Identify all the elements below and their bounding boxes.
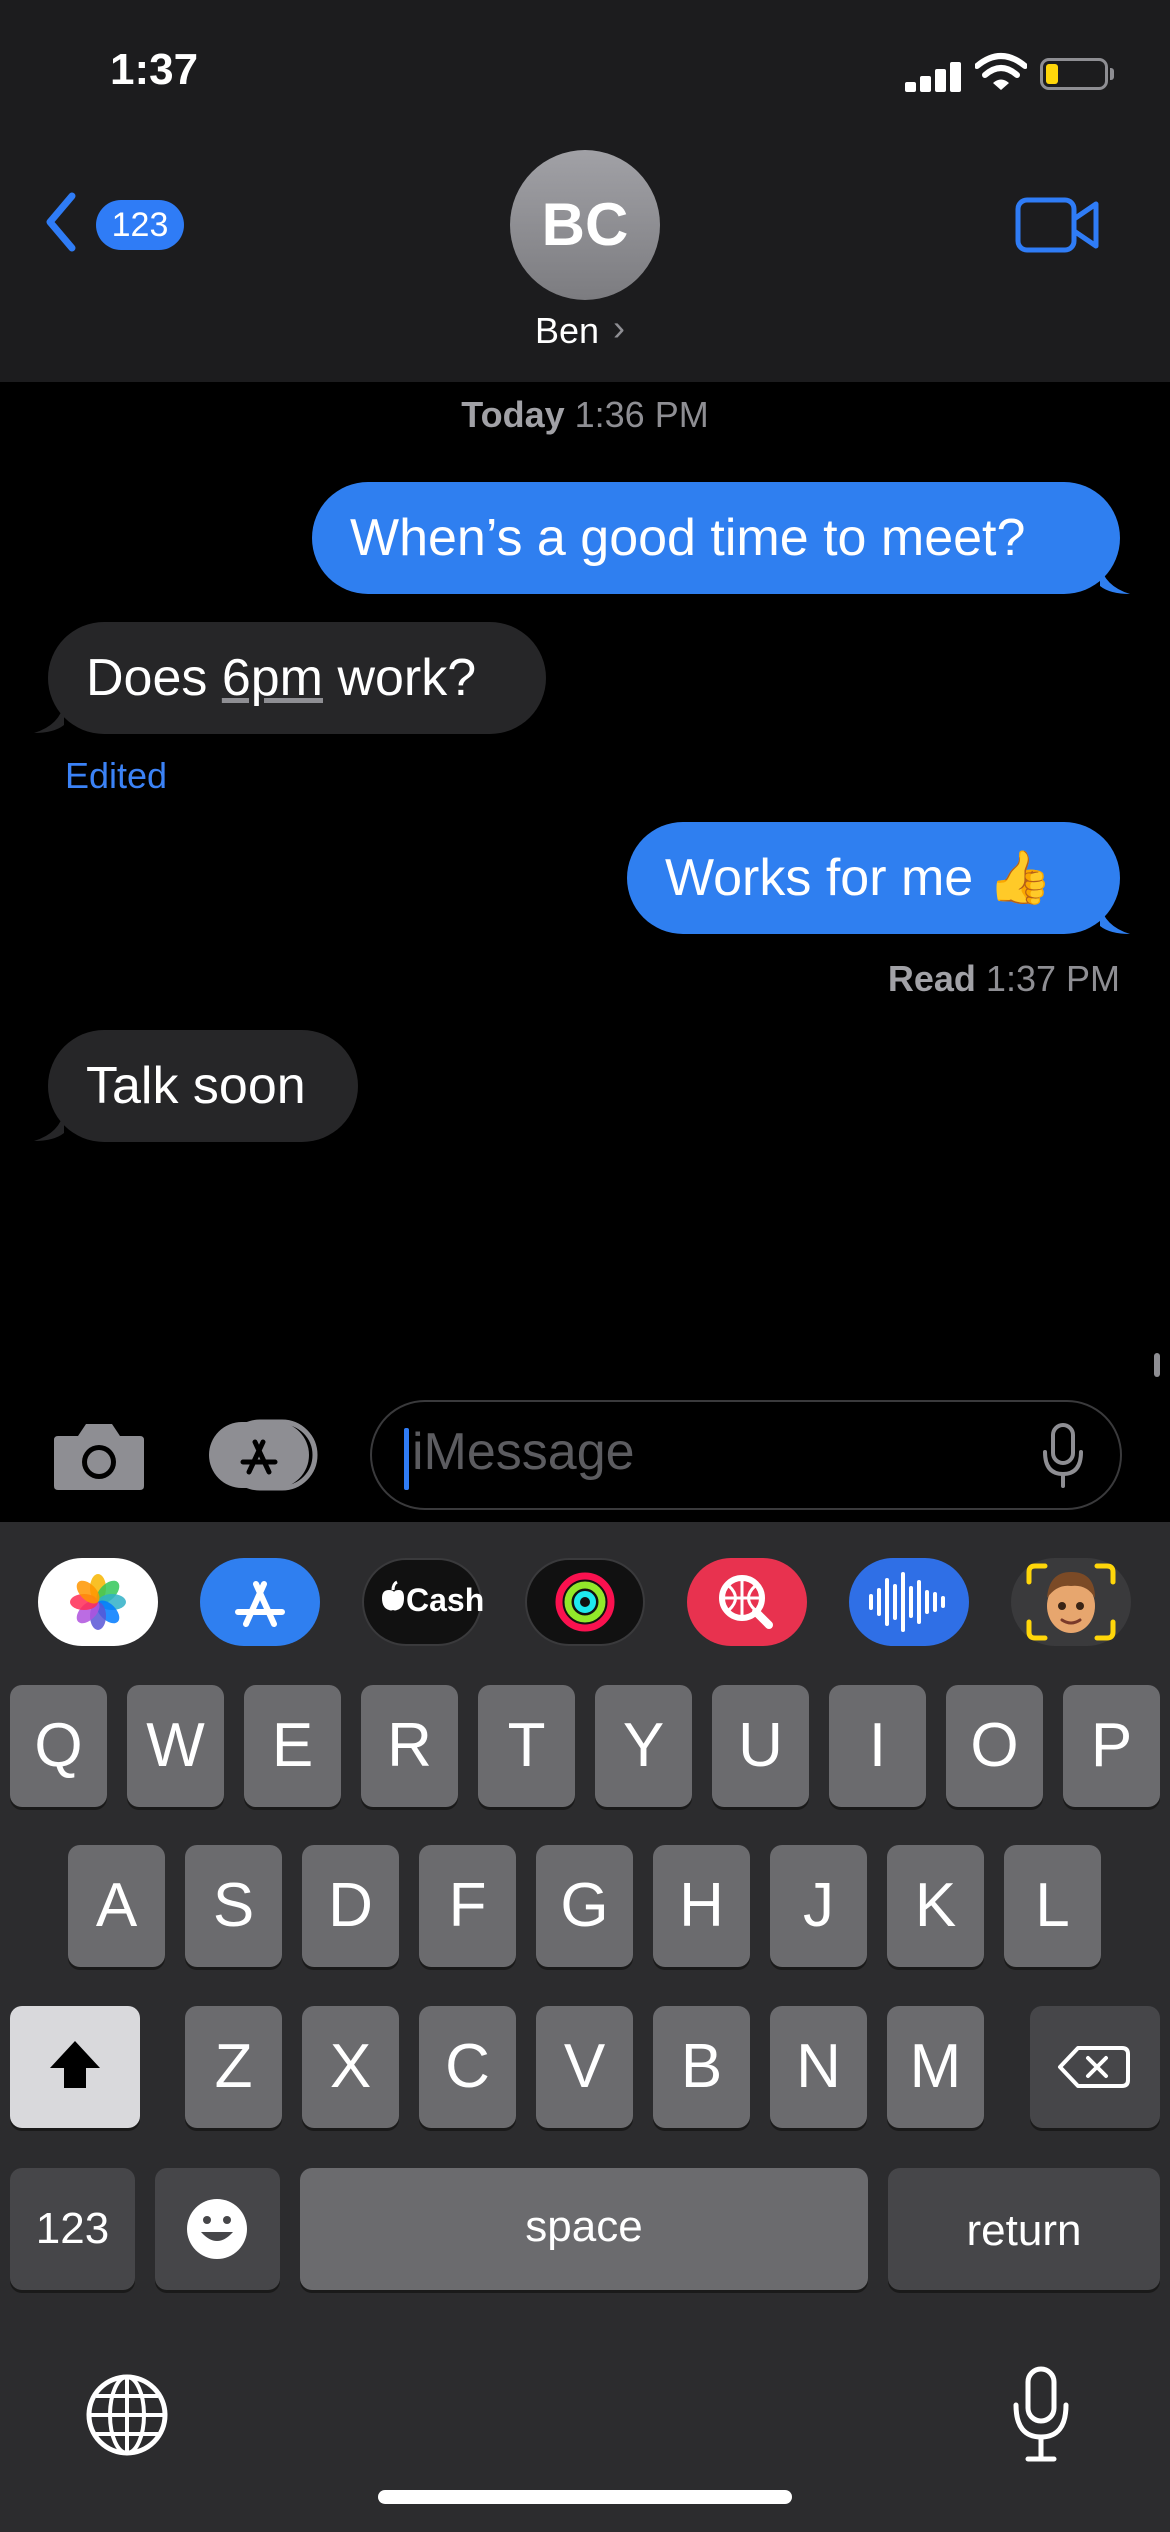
- shift-key[interactable]: [10, 2006, 140, 2128]
- image-search-app-button[interactable]: [687, 1558, 807, 1646]
- camera-icon: [54, 1424, 144, 1490]
- outgoing-message[interactable]: Works for me 👍: [627, 822, 1120, 934]
- microphone-icon: [1043, 1423, 1083, 1488]
- key-u[interactable]: U: [712, 1685, 809, 1807]
- unread-count-badge[interactable]: 123: [96, 200, 184, 250]
- key-g[interactable]: G: [536, 1845, 633, 1967]
- message-text: Talk soon: [86, 1057, 306, 1115]
- message-text: When’s a good time to meet?: [350, 509, 1026, 567]
- read-receipt: Read 1:37 PM: [888, 958, 1120, 1000]
- signal-icon: [905, 60, 965, 92]
- camera-button[interactable]: [52, 1420, 146, 1492]
- message-text: Works for me 👍: [665, 849, 1053, 907]
- memoji-app-button[interactable]: [1011, 1558, 1131, 1646]
- key-y[interactable]: Y: [595, 1685, 692, 1807]
- photos-icon: [70, 1574, 126, 1630]
- timestamp-time: 1:36 PM: [564, 394, 709, 435]
- key-r[interactable]: R: [361, 1685, 458, 1807]
- incoming-message[interactable]: Does 6pm work?: [48, 622, 546, 734]
- key-m[interactable]: M: [887, 2006, 984, 2128]
- wifi-icon: [975, 53, 1027, 90]
- key-w[interactable]: W: [127, 1685, 224, 1807]
- app-store-app-button[interactable]: [200, 1558, 320, 1646]
- battery-icon: [1040, 58, 1108, 90]
- delete-icon: [1058, 2046, 1130, 2088]
- chevron-right-icon: ›: [613, 307, 625, 348]
- return-key[interactable]: return: [888, 2168, 1160, 2290]
- key-t[interactable]: T: [478, 1685, 575, 1807]
- image-search-icon: [719, 1575, 773, 1629]
- message-timestamp: Today 1:36 PM: [0, 394, 1170, 436]
- globe-icon: [86, 2374, 168, 2456]
- text-cursor: [404, 1428, 409, 1490]
- key-h[interactable]: H: [653, 1845, 750, 1967]
- key-q[interactable]: Q: [10, 1685, 107, 1807]
- home-indicator[interactable]: [378, 2490, 792, 2504]
- photos-app-button[interactable]: [38, 1558, 158, 1646]
- globe-button[interactable]: [82, 2370, 172, 2460]
- key-i[interactable]: I: [829, 1685, 926, 1807]
- key-c[interactable]: C: [419, 2006, 516, 2128]
- chevron-left-icon: [46, 192, 76, 252]
- key-e[interactable]: E: [244, 1685, 341, 1807]
- key-z[interactable]: Z: [185, 2006, 282, 2128]
- contact-name[interactable]: Ben: [535, 310, 599, 352]
- battery-level: [1046, 64, 1058, 84]
- key-k[interactable]: K: [887, 1845, 984, 1967]
- shift-arrow-icon: [50, 2041, 100, 2088]
- app-store-icon: [235, 1581, 285, 1627]
- delete-key[interactable]: [1030, 2006, 1160, 2128]
- emoji-smiley-icon: [187, 2199, 247, 2259]
- key-o[interactable]: O: [946, 1685, 1043, 1807]
- apple-cash-label: Cash: [406, 1582, 485, 1618]
- key-p[interactable]: P: [1063, 1685, 1160, 1807]
- space-key[interactable]: space: [300, 2168, 868, 2290]
- battery-nub: [1110, 68, 1114, 80]
- audio-waveform-icon: [869, 1572, 945, 1632]
- status-time: 1:37: [110, 45, 199, 94]
- numbers-key[interactable]: 123: [10, 2168, 135, 2290]
- timestamp-day: Today: [461, 394, 565, 435]
- key-l[interactable]: L: [1004, 1845, 1101, 1967]
- message-placeholder: iMessage: [412, 1423, 635, 1481]
- message-text-prefix: Does: [86, 649, 222, 707]
- audio-message-app-button[interactable]: [849, 1558, 969, 1646]
- key-j[interactable]: J: [770, 1845, 867, 1967]
- key-v[interactable]: V: [536, 2006, 633, 2128]
- key-d[interactable]: D: [302, 1845, 399, 1967]
- key-s[interactable]: S: [185, 1845, 282, 1967]
- bubble-tail: [1100, 564, 1130, 594]
- memoji-icon: [1026, 1563, 1116, 1641]
- app-store-icon: [209, 1419, 318, 1491]
- key-f[interactable]: F: [419, 1845, 516, 1967]
- facetime-video-button[interactable]: [1015, 195, 1100, 255]
- key-x[interactable]: X: [302, 2006, 399, 2128]
- keyboard-dictation-button[interactable]: [1010, 2365, 1072, 2465]
- outgoing-message[interactable]: When’s a good time to meet?: [312, 482, 1120, 594]
- read-label: Read: [887, 958, 976, 999]
- key-b[interactable]: B: [653, 2006, 750, 2128]
- apps-button[interactable]: [207, 1418, 319, 1492]
- emoji-key[interactable]: [155, 2168, 280, 2290]
- scroll-indicator[interactable]: [1154, 1353, 1160, 1377]
- detected-time-link[interactable]: 6pm: [222, 649, 323, 707]
- read-time: 1:37 PM: [975, 958, 1120, 999]
- microphone-icon: [1013, 2366, 1069, 2462]
- dictation-button[interactable]: [1040, 1422, 1086, 1490]
- edited-label[interactable]: Edited: [65, 755, 167, 797]
- apple-cash-app-button[interactable]: Cash: [362, 1558, 485, 1646]
- activity-rings-icon: [555, 1572, 615, 1632]
- incoming-message[interactable]: Talk soon: [48, 1030, 358, 1142]
- video-camera-icon: [1015, 197, 1099, 253]
- activity-app-button[interactable]: [525, 1558, 645, 1646]
- bubble-tail: [34, 703, 64, 733]
- message-text-suffix: work?: [323, 649, 477, 707]
- contact-avatar[interactable]: BC: [510, 150, 660, 300]
- bubble-tail: [1100, 904, 1130, 934]
- bubble-tail: [34, 1111, 64, 1141]
- key-a[interactable]: A: [68, 1845, 165, 1967]
- key-n[interactable]: N: [770, 2006, 867, 2128]
